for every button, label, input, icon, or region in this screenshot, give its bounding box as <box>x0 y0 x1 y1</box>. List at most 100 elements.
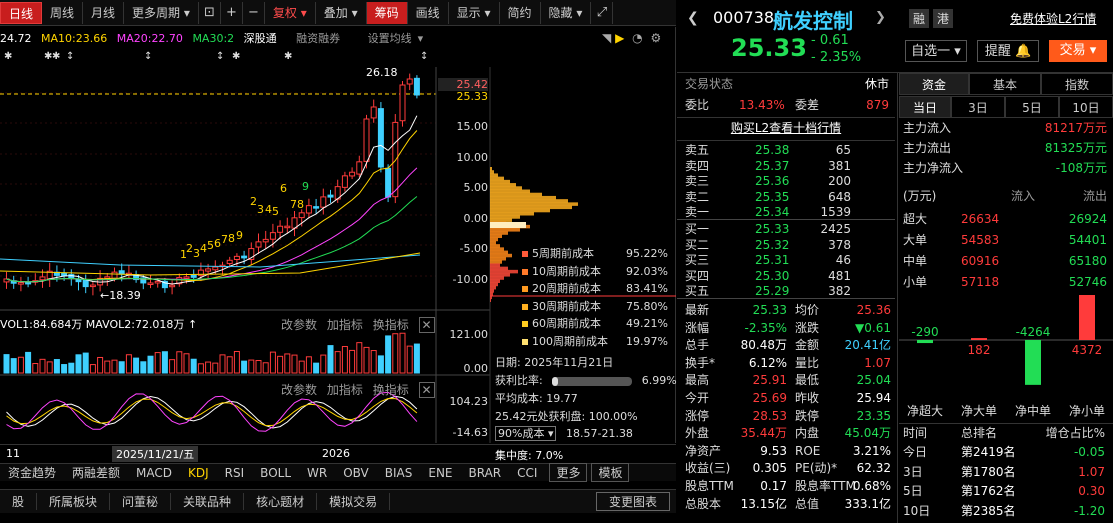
indicator-tab-8[interactable]: BIAS <box>377 466 421 480</box>
kdj-add-indicator[interactable]: 加指标 <box>327 383 363 397</box>
tab-weekly[interactable]: 周线 <box>42 1 84 24</box>
display-button[interactable]: 显示 ▾ <box>449 1 500 24</box>
bottom-tab-4[interactable]: 核心题材 <box>244 493 318 510</box>
chip-bar <box>490 279 500 284</box>
hide-button[interactable]: 隐藏 ▾ <box>541 1 592 24</box>
fullscreen-icon[interactable]: ⤢ <box>591 1 614 24</box>
volume-bar <box>39 358 46 374</box>
indicator-tab-2[interactable]: MACD <box>128 466 180 480</box>
volume-bar <box>284 353 291 374</box>
indicator-tab-9[interactable]: ENE <box>420 466 460 480</box>
indicator-tab-5[interactable]: BOLL <box>252 466 299 480</box>
bottom-tab-5[interactable]: 模拟交易 <box>317 493 391 510</box>
y-tick: -10.00 <box>452 273 488 286</box>
indicator-tab-4[interactable]: RSI <box>217 466 253 480</box>
indicator-tab-7[interactable]: OBV <box>335 466 377 480</box>
indicator-tab-6[interactable]: WR <box>299 466 335 480</box>
vol-add-indicator[interactable]: 加指标 <box>327 318 363 332</box>
bid-row[interactable]: 买五 25.29 382 <box>685 284 895 299</box>
ask-row[interactable]: 卖三 25.36 200 <box>685 174 895 189</box>
free-l2-link[interactable]: 免费体验L2行情 <box>1010 10 1096 27</box>
bottom-tabs: 股所属板块 问董秘 关联品种 核心题材 模拟交易 变更图表 <box>0 489 676 513</box>
chip-bar <box>490 285 496 290</box>
volume-bar <box>46 361 53 374</box>
chip-bar <box>490 263 500 267</box>
period-5d[interactable]: 5日 <box>1005 96 1059 118</box>
tab-more-periods[interactable]: 更多周期 ▾ <box>124 1 199 24</box>
tab-index[interactable]: 指数 <box>1041 73 1113 95</box>
indicator-tab-11[interactable]: CCI <box>509 466 545 480</box>
adjust-button[interactable]: 复权 ▾ <box>265 1 316 24</box>
watchlist-button[interactable]: 自选一 ▾ <box>905 40 967 62</box>
chips-button[interactable]: 筹码 <box>366 1 408 24</box>
bid-row[interactable]: 买三 25.31 46 <box>685 253 895 268</box>
indicator-tab-3[interactable]: KDJ <box>180 466 217 480</box>
quote-label: 金额 <box>795 338 820 353</box>
close-icon[interactable]: ✕ <box>418 382 435 398</box>
tab-fund[interactable]: 资金 <box>899 73 969 95</box>
chip-color-swatch <box>522 268 528 275</box>
adjust-label: 复权 <box>272 5 297 20</box>
alert-button[interactable]: 提醒 🔔 <box>977 40 1039 62</box>
close-icon[interactable]: ✕ <box>418 317 435 333</box>
indicator-tab-13[interactable]: 模板 <box>591 463 630 482</box>
trade-button[interactable]: 交易 ▾ <box>1049 40 1107 62</box>
vol-change-params[interactable]: 改参数 <box>281 318 317 332</box>
overlay-button[interactable]: 叠加 ▾ <box>316 1 367 24</box>
simple-button[interactable]: 简约 <box>500 1 541 24</box>
bottom-tab-1[interactable]: 所属板块 <box>37 493 111 510</box>
kdj-switch-indicator[interactable]: 换指标 <box>373 383 409 397</box>
bid-row[interactable]: 买四 25.30 481 <box>685 269 895 284</box>
chip-bar <box>490 231 508 235</box>
ask-row[interactable]: 卖五 25.38 65 <box>685 143 895 158</box>
ask-row[interactable]: 卖四 25.37 381 <box>685 159 895 174</box>
zoom-out-icon[interactable]: − <box>243 1 265 24</box>
ask-row[interactable]: 卖一 25.34 1539 <box>685 205 895 220</box>
next-icon[interactable]: ❯ <box>875 10 886 25</box>
tab-daily[interactable]: 日线 <box>0 1 43 24</box>
lock-icon[interactable]: ⊡ <box>199 1 221 24</box>
vol-switch-indicator[interactable]: 换指标 <box>373 318 409 332</box>
trade-status-value: 休市 <box>864 77 889 91</box>
chip-profit-pct: 6.99% <box>641 374 677 387</box>
bottom-tab-2[interactable]: 问董秘 <box>110 493 172 510</box>
candle-body <box>39 276 46 281</box>
volume-bar <box>17 356 24 374</box>
net-flow-bar-chart: -290 净超大 182 净大单 -4264 净中单 4372 净小单 <box>899 295 1113 418</box>
kdj-change-params[interactable]: 改参数 <box>281 383 317 397</box>
volume-bar <box>255 360 262 374</box>
zoom-in-icon[interactable]: + <box>221 1 243 24</box>
period-10d[interactable]: 10日 <box>1059 96 1113 118</box>
flow-type: 中单 <box>903 254 928 268</box>
buy-l2-link[interactable]: 购买L2查看十档行情 <box>677 119 895 137</box>
profit-progress-fill <box>552 376 558 386</box>
tab-monthly[interactable]: 月线 <box>83 1 125 24</box>
change-chart-button[interactable]: 变更图表 <box>595 492 670 511</box>
seq-num: 3 <box>193 247 200 260</box>
period-3d[interactable]: 3日 <box>951 96 1005 118</box>
bottom-tab-3[interactable]: 关联品种 <box>171 493 245 510</box>
ask-row[interactable]: 卖二 25.35 648 <box>685 190 895 205</box>
quote-row: 总手 80.48万 金额 20.41亿 <box>685 337 895 353</box>
indicator-tab-0[interactable]: 资金趋势 <box>0 464 64 481</box>
bottom-tab-0[interactable]: 股 <box>0 493 38 510</box>
chip-bar <box>490 298 491 302</box>
marker-icon: ✱ <box>4 51 12 62</box>
ask-level: 卖二 <box>685 189 710 204</box>
bid-row[interactable]: 买一 25.33 2425 <box>685 222 895 237</box>
back-icon[interactable]: ❮ <box>687 10 699 26</box>
tab-basic[interactable]: 基本 <box>969 73 1041 95</box>
indicator-tab-10[interactable]: BRAR <box>461 466 510 480</box>
chip-row: 100周期前成本 19.97% <box>522 333 672 350</box>
bid-row[interactable]: 买二 25.32 378 <box>685 238 895 253</box>
indicator-tab-12[interactable]: 更多 <box>549 463 588 482</box>
ask-price: 25.34 <box>755 205 790 219</box>
quote-value: 25.91 <box>752 373 787 388</box>
draw-button[interactable]: 画线 <box>408 1 449 24</box>
period-today[interactable]: 当日 <box>899 96 951 118</box>
indicator-tab-1[interactable]: 两融差额 <box>64 464 128 481</box>
net-flow-value: 182 <box>968 343 991 357</box>
candle-body <box>154 280 161 284</box>
cost-range-select[interactable]: 90%成本 ▾ <box>495 426 557 441</box>
net-flow-bar <box>917 340 933 344</box>
